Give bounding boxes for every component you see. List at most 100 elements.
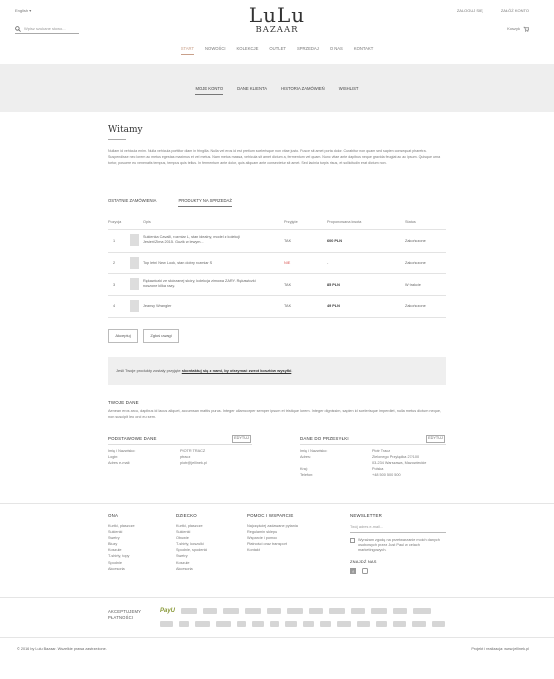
bank-logo (245, 608, 262, 614)
note-text: Jeśli Twoje produkty zostały przyjęte (116, 368, 182, 373)
tab-products-for-sale[interactable]: PRODUKTY NA SPRZEDAŻ (178, 198, 232, 207)
bank-logo (309, 608, 324, 614)
orders-tabs: OSTATNIE ZAMÓWIENIA PRODUKTY NA SPRZEDAŻ (108, 198, 232, 207)
product-thumbnail[interactable] (130, 257, 139, 269)
footer-col-title: ONA (108, 513, 119, 518)
row-accepted: TAK (284, 304, 292, 308)
footer-link[interactable]: Akcesoria (176, 566, 207, 572)
main-nav: START NOWOŚCI KOLEKCJE OUTLET SPRZEDAJ O… (0, 46, 554, 55)
row-desc[interactable]: Jeansy Wrangler (143, 304, 258, 309)
note-end: . (291, 368, 293, 373)
payments-title: AKCEPTUJEMY PŁATNOŚCI (108, 609, 142, 620)
footer-col-child: DZIECKO Kurtki, płaszcze Sukienki Obuwie… (176, 513, 207, 572)
label-email: Adres e-mail: (108, 461, 131, 465)
nav-sell[interactable]: SPRZEDAJ (297, 46, 319, 55)
row-desc[interactable]: Rękawiczki ze skórzanej skóry, kolekcja … (143, 279, 258, 289)
bank-logo (287, 608, 304, 614)
footer-col-help: POMOC I WSPARCIE Najczęściej zadawane py… (247, 513, 298, 553)
bank-logo (269, 621, 280, 627)
row-pos: 1 (113, 239, 116, 243)
tab-order-history[interactable]: HISTORIA ZAMÓWIEŃ (281, 86, 325, 95)
row-accepted: NIE (284, 261, 291, 265)
divider (108, 229, 446, 230)
newsletter-title: NEWSLETTER (350, 513, 383, 518)
bank-logo (179, 621, 189, 627)
newsletter-email-input[interactable]: Twój adres e-mail... (350, 525, 446, 533)
value-phone: +48 500 500 500 (372, 473, 401, 477)
row-accepted: TAK (284, 239, 292, 243)
nav-about[interactable]: O NAS (330, 46, 343, 55)
find-us-title: ZNAJDŹ NAS (350, 558, 377, 564)
bank-logo (337, 621, 351, 627)
nav-collections[interactable]: KOLEKCJE (237, 46, 259, 55)
nav-new[interactable]: NOWOŚCI (205, 46, 225, 55)
bank-logo (351, 608, 366, 614)
bank-logo (320, 621, 332, 627)
instagram-icon[interactable] (362, 568, 368, 575)
edit-shipping-button[interactable]: EDYTUJ (426, 435, 445, 443)
bank-logo (431, 621, 445, 627)
footer-link[interactable]: Kontakt (247, 547, 298, 553)
bank-logo (160, 621, 174, 627)
nav-start[interactable]: START (180, 46, 195, 55)
divider (108, 444, 252, 445)
info-note: Jeśli Twoje produkty zostały przyjęte sk… (108, 357, 446, 385)
footer-col-title: DZIECKO (176, 513, 197, 518)
bank-logo (194, 621, 210, 627)
footer-divider (0, 597, 554, 598)
bank-logo (375, 621, 388, 627)
footer-divider (0, 503, 554, 504)
footer-col-title: POMOC I WSPARCIE (247, 513, 294, 518)
bank-logo (237, 621, 247, 627)
product-thumbnail[interactable] (130, 278, 139, 290)
row-desc[interactable]: Sukienka Cavalli, rozmiar L, stan idealn… (143, 235, 258, 245)
tab-client-data[interactable]: DANE KLIENTA (237, 86, 267, 95)
cart-icon (523, 26, 529, 32)
consent-checkbox[interactable] (350, 537, 355, 543)
col-position: Pozycja (108, 220, 122, 224)
bank-logo (215, 621, 231, 627)
row-price: 600 PLN (327, 239, 342, 243)
value-email: piotr@jellinek.pl (180, 461, 207, 465)
basic-data-title: PODSTAWOWE DANE (108, 436, 157, 441)
tab-my-account[interactable]: MOJE KONTO (195, 86, 224, 95)
footer-link[interactable]: Akcesoria (108, 566, 135, 572)
contact-link[interactable]: skontaktuj się z nami, by otrzymać zwrot… (182, 368, 292, 373)
row-price: - (327, 261, 329, 265)
col-status: Status (405, 220, 416, 224)
tab-recent-orders[interactable]: OSTATNIE ZAMÓWIENIA (108, 198, 156, 207)
row-price: 49 PLN (327, 304, 340, 308)
tab-wishlist[interactable]: WISHLIST (339, 86, 359, 95)
row-status: Zakończone (405, 239, 426, 243)
divider (108, 273, 446, 274)
shipping-data-title: DANE DO PRZESYŁKI (300, 436, 349, 441)
edit-basic-button[interactable]: EDYTUJ (232, 435, 251, 443)
newsletter-placeholder: Twój adres e-mail... (350, 524, 383, 529)
accept-button[interactable]: Akceptuj (108, 329, 138, 343)
product-thumbnail[interactable] (130, 234, 139, 246)
facebook-icon[interactable]: f (350, 568, 356, 575)
page-title: Witamy (108, 125, 143, 135)
your-data-text: Aenean eros arcu, dapibus id lacus aliqu… (108, 409, 442, 419)
your-data-title: TWOJE DANE (108, 400, 139, 405)
nav-outlet[interactable]: OUTLET (269, 46, 286, 55)
search-input[interactable]: Wpisz szukane słowo... (15, 25, 79, 34)
row-status: Zakończone (405, 304, 426, 308)
payu-logo: PayU (160, 607, 176, 614)
project-credit[interactable]: Projekt i realizacja: www.jellinek.pl (471, 647, 529, 652)
row-pos: 4 (113, 304, 116, 308)
row-status: W trakcie (405, 283, 421, 287)
nav-contact[interactable]: KONTAKT (354, 46, 373, 55)
logo[interactable]: LuLu BAZAAR (0, 5, 554, 35)
search-icon (15, 26, 21, 32)
col-accepted: Przyjęte (284, 220, 298, 224)
row-accepted: TAK (284, 283, 292, 287)
divider (108, 295, 446, 296)
product-thumbnail[interactable] (130, 300, 139, 312)
bank-logo (302, 621, 315, 627)
cart-button[interactable]: Koszyk (507, 26, 529, 32)
footer-divider (0, 637, 554, 638)
report-button[interactable]: Zgłoś uwagi (143, 329, 179, 343)
row-desc[interactable]: Top letni New Look, stan dobry rozmiar S (143, 261, 258, 266)
search-placeholder: Wpisz szukane słowo... (24, 26, 66, 32)
